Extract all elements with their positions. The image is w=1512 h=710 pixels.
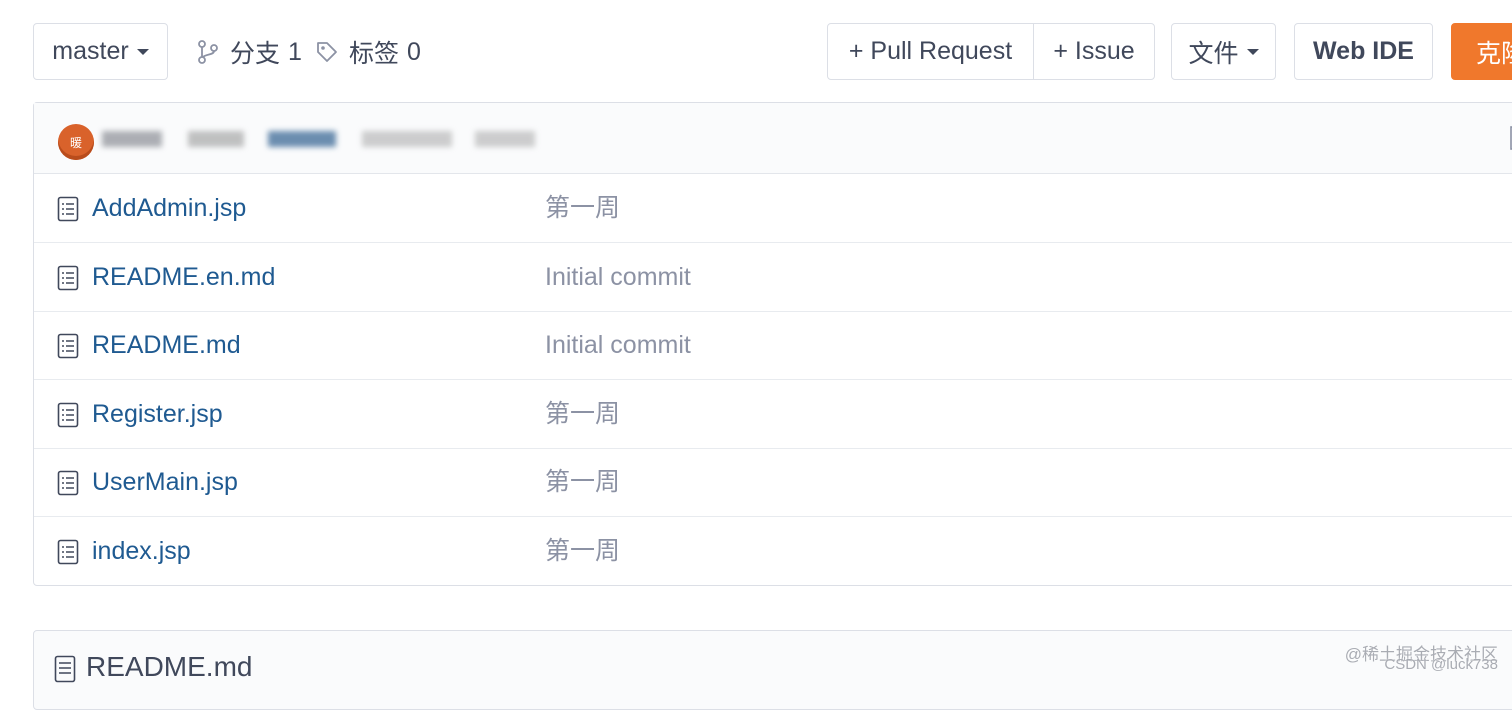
file-row[interactable]: README.md Initial commit [34, 311, 1512, 380]
tag-icon [317, 42, 337, 62]
branch-icon [198, 40, 218, 64]
file-icon [57, 402, 79, 428]
avatar-text: 暖 [69, 135, 82, 150]
branch-select[interactable]: master [33, 23, 168, 80]
issue-button[interactable]: + Issue [1033, 23, 1155, 80]
readme-title: README.md [86, 651, 253, 682]
issue-label: + Issue [1053, 37, 1135, 65]
branches-count: 1 [288, 37, 302, 66]
web-ide-button[interactable]: Web IDE [1294, 23, 1433, 80]
file-commit-message[interactable]: 第一周 [545, 174, 620, 242]
clone-button[interactable]: 克隆 [1451, 23, 1512, 80]
readme-panel: README.md [33, 630, 1512, 710]
file-row[interactable]: index.jsp 第一周 [34, 517, 1512, 585]
branches-label: 分支 [230, 40, 281, 68]
pull-request-button[interactable]: + Pull Request [827, 23, 1034, 80]
file-icon [57, 196, 79, 222]
commit-info-redacted [102, 127, 542, 151]
readme-file-icon [54, 655, 76, 683]
file-commit-message[interactable]: 第一周 [545, 380, 620, 448]
file-icon [57, 265, 79, 291]
branch-select-label: master [52, 37, 129, 65]
file-icon [57, 333, 79, 359]
file-name-link[interactable]: AddAdmin.jsp [92, 174, 246, 242]
files-menu-label: 文件 [1188, 39, 1239, 68]
file-name-link[interactable]: Register.jsp [92, 380, 223, 448]
file-icon [57, 539, 79, 565]
file-name-link[interactable]: index.jsp [92, 517, 191, 585]
file-name-link[interactable]: README.en.md [92, 243, 275, 311]
file-row[interactable]: UserMain.jsp 第一周 [34, 448, 1512, 517]
file-name-link[interactable]: README.md [92, 311, 241, 379]
file-commit-message[interactable]: 第一周 [545, 448, 620, 516]
tags-count: 0 [407, 37, 421, 66]
file-row[interactable]: README.en.md Initial commit [34, 243, 1512, 312]
file-list-panel: 暖 AddAdmin.jsp 第一周 README.en.md Initial … [33, 102, 1512, 586]
files-menu-button[interactable]: 文件 [1171, 23, 1276, 80]
tags-link[interactable]: 标签 0 [315, 34, 421, 70]
chevron-down-icon [1246, 48, 1259, 55]
clone-label: 克隆 [1476, 39, 1512, 68]
file-commit-message[interactable]: Initial commit [545, 243, 691, 311]
file-name-link[interactable]: UserMain.jsp [92, 448, 238, 516]
file-row[interactable]: AddAdmin.jsp 第一周 [34, 174, 1512, 243]
file-icon [57, 470, 79, 496]
web-ide-label: Web IDE [1313, 37, 1414, 65]
file-row[interactable]: Register.jsp 第一周 [34, 380, 1512, 449]
latest-commit-bar: 暖 [34, 103, 1512, 174]
tags-label: 标签 [349, 40, 400, 68]
file-commit-message[interactable]: Initial commit [545, 311, 691, 379]
file-commit-message[interactable]: 第一周 [545, 517, 620, 585]
pull-request-label: + Pull Request [848, 37, 1013, 65]
watermark-line-2: CSDN @luck738 [1384, 656, 1498, 673]
avatar[interactable]: 暖 [58, 124, 94, 160]
chevron-down-icon [136, 48, 149, 55]
branches-link[interactable]: 分支 1 [196, 34, 302, 70]
